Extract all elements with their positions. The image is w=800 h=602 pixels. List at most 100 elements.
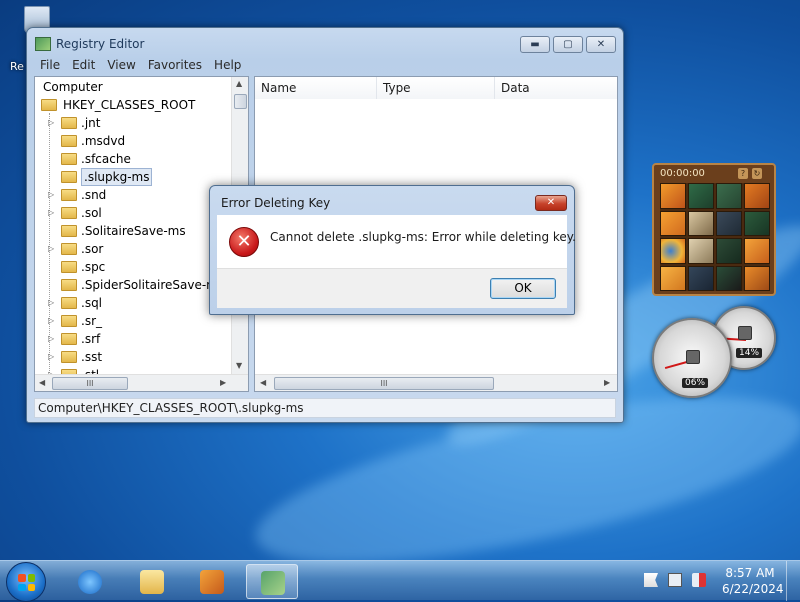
cpu-icon xyxy=(686,350,700,364)
taskbar-windows-explorer[interactable] xyxy=(126,564,178,599)
folder-icon xyxy=(61,153,77,165)
puzzle-tile[interactable] xyxy=(716,265,742,291)
values-hscroll-thumb[interactable]: III xyxy=(274,377,494,390)
puzzle-tile[interactable] xyxy=(660,238,686,264)
notification-area xyxy=(640,569,720,593)
scroll-right-arrow-icon[interactable]: ▶ xyxy=(604,378,610,387)
error-icon: ✕ xyxy=(229,227,259,257)
puzzle-tile[interactable] xyxy=(660,183,686,209)
tree-item-label: .SolitaireSave-ms xyxy=(81,224,186,238)
menu-help[interactable]: Help xyxy=(208,58,247,73)
values-horizontal-scrollbar[interactable]: ◀ III ▶ xyxy=(255,374,617,391)
puzzle-tile[interactable] xyxy=(688,183,714,209)
error-dialog: Error Deleting Key ✕ ✕ Cannot delete .sl… xyxy=(209,185,576,315)
start-button[interactable] xyxy=(6,562,46,602)
puzzle-tile[interactable] xyxy=(744,265,770,291)
puzzle-tile[interactable] xyxy=(660,210,686,236)
tree-item-label: .sor xyxy=(81,242,104,256)
puzzle-tile[interactable] xyxy=(744,238,770,264)
puzzle-shuffle-icon[interactable]: ↻ xyxy=(752,168,762,179)
folder-icon xyxy=(61,261,77,273)
puzzle-hint-icon[interactable]: ? xyxy=(738,168,748,179)
folder-icon xyxy=(61,333,77,345)
folder-icon xyxy=(61,135,77,147)
tree-item-label: .snd xyxy=(81,188,107,202)
tree-scroll-thumb[interactable] xyxy=(234,94,247,109)
tree-item-label: .sst xyxy=(81,350,103,364)
puzzle-tile[interactable] xyxy=(688,265,714,291)
scroll-up-arrow-icon[interactable]: ▲ xyxy=(236,79,242,88)
tree-item-label: .msdvd xyxy=(81,134,126,148)
expand-arrow-icon[interactable]: ▷ xyxy=(48,240,57,258)
folder-icon xyxy=(61,171,77,183)
menu-bar: File Edit View Favorites Help xyxy=(34,58,616,75)
recycle-bin-label[interactable]: Re xyxy=(10,60,24,73)
expand-arrow-icon[interactable]: ▷ xyxy=(48,294,57,312)
show-desktop-button[interactable] xyxy=(786,561,800,601)
maximize-button[interactable]: ▢ xyxy=(553,36,583,53)
folder-icon xyxy=(61,189,77,201)
internet-explorer-icon xyxy=(78,570,102,594)
action-center-flag-icon[interactable] xyxy=(644,573,658,587)
tree-item-label: Computer xyxy=(43,80,103,94)
dialog-close-button[interactable]: ✕ xyxy=(535,195,567,211)
cpu-value: 06% xyxy=(682,378,709,388)
registry-editor-icon xyxy=(261,571,285,595)
scroll-left-arrow-icon[interactable]: ◀ xyxy=(260,378,266,387)
tree-item-label: .sql xyxy=(81,296,103,310)
puzzle-tile[interactable] xyxy=(660,265,686,291)
puzzle-tile-grid xyxy=(660,183,770,291)
puzzle-tile[interactable] xyxy=(716,238,742,264)
puzzle-tile[interactable] xyxy=(716,210,742,236)
system-clock[interactable]: 8:57 AM 6/22/2024 xyxy=(722,565,784,597)
title-bar[interactable]: Registry Editor ▬ ▢ ✕ xyxy=(27,28,623,58)
scroll-right-arrow-icon[interactable]: ▶ xyxy=(220,378,226,387)
taskbar-media-player[interactable] xyxy=(186,564,238,599)
column-header-name[interactable]: Name xyxy=(255,77,377,99)
scroll-down-arrow-icon[interactable]: ▼ xyxy=(236,361,242,370)
cpu-gauge[interactable]: 06% xyxy=(652,318,732,398)
tree-horizontal-scrollbar[interactable]: ◀ III ▶ xyxy=(35,374,248,391)
tree-hscroll-thumb[interactable]: III xyxy=(52,377,128,390)
picture-puzzle-gadget[interactable]: 00:00:00 ? ↻ xyxy=(652,163,776,296)
expand-arrow-icon[interactable]: ▷ xyxy=(48,114,57,132)
puzzle-tile[interactable] xyxy=(744,210,770,236)
expand-arrow-icon[interactable]: ▷ xyxy=(48,348,57,366)
scroll-left-arrow-icon[interactable]: ◀ xyxy=(39,378,45,387)
window-title: Registry Editor xyxy=(56,37,145,51)
puzzle-tile[interactable] xyxy=(688,210,714,236)
folder-icon xyxy=(61,207,77,219)
expand-arrow-icon[interactable]: ▷ xyxy=(48,204,57,222)
puzzle-tile[interactable] xyxy=(716,183,742,209)
puzzle-tile[interactable] xyxy=(744,183,770,209)
expand-arrow-icon[interactable]: ▷ xyxy=(48,312,57,330)
column-header-type[interactable]: Type xyxy=(377,77,495,99)
puzzle-tile[interactable] xyxy=(688,238,714,264)
folder-icon xyxy=(61,351,77,363)
status-bar: Computer\HKEY_CLASSES_ROOT\.slupkg-ms xyxy=(34,398,616,418)
taskbar-internet-explorer[interactable] xyxy=(64,564,116,599)
ok-button[interactable]: OK xyxy=(490,278,556,299)
menu-edit[interactable]: Edit xyxy=(66,58,101,73)
folder-icon xyxy=(61,279,77,291)
tree-item-label: .spc xyxy=(81,260,106,274)
taskbar: 8:57 AM 6/22/2024 xyxy=(0,560,800,602)
menu-file[interactable]: File xyxy=(34,58,66,73)
taskbar-registry-editor[interactable] xyxy=(246,564,298,599)
close-button[interactable]: ✕ xyxy=(586,36,616,53)
expand-arrow-icon[interactable]: ▷ xyxy=(48,186,57,204)
minimize-button[interactable]: ▬ xyxy=(520,36,550,53)
folder-icon xyxy=(61,117,77,129)
menu-favorites[interactable]: Favorites xyxy=(142,58,208,73)
tree-item-label: .jnt xyxy=(81,116,101,130)
column-header-data[interactable]: Data xyxy=(495,77,617,99)
network-icon[interactable] xyxy=(668,573,682,587)
clock-date: 6/22/2024 xyxy=(722,582,784,596)
folder-icon xyxy=(61,297,77,309)
dialog-message: Cannot delete .slupkg-ms: Error while de… xyxy=(270,230,576,244)
dialog-body: ✕ Cannot delete .slupkg-ms: Error while … xyxy=(217,215,576,268)
expand-arrow-icon[interactable]: ▷ xyxy=(48,330,57,348)
menu-view[interactable]: View xyxy=(101,58,141,73)
tree-item-label: .SpiderSolitaireSave-ms xyxy=(81,278,225,292)
volume-muted-icon[interactable] xyxy=(692,573,706,587)
